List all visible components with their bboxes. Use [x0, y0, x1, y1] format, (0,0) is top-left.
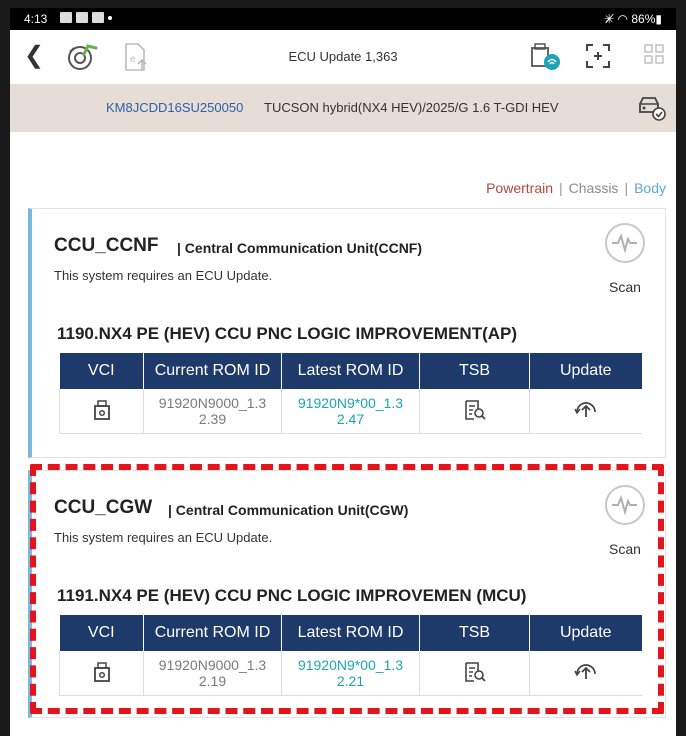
app-bar: ❮ e ECU Update 1,363: [10, 30, 676, 84]
ecu-code: CCU_CCNF: [54, 235, 159, 256]
update-upload-icon[interactable]: [573, 401, 599, 425]
category-body[interactable]: Body: [634, 180, 666, 196]
header-current-rom: Current ROM ID: [143, 353, 282, 389]
category-filter: Powertrain | Chassis | Body: [486, 180, 666, 196]
grid-menu-icon[interactable]: [642, 42, 666, 71]
update-table: VCI Current ROM ID Latest ROM ID TSB Upd…: [59, 353, 642, 434]
header-latest-rom: Latest ROM ID: [281, 353, 420, 389]
status-bar: 4:13 ✳̸ ◠ 86%▮: [10, 8, 676, 30]
header-tsb: TSB: [419, 353, 530, 389]
vehicle-info-bar: KM8JCDD16SU250050 TUCSON hybrid(NX4 HEV)…: [10, 84, 676, 132]
screenshot-icon[interactable]: [584, 42, 612, 75]
tsb-document-search-icon[interactable]: [463, 399, 487, 424]
category-chassis[interactable]: Chassis: [569, 180, 619, 196]
latest-rom-id[interactable]: 91920N9*00_1.3 2.47: [281, 389, 420, 434]
category-separator: |: [624, 180, 629, 196]
scan-icon[interactable]: [603, 221, 647, 265]
highlight-annotation: [30, 464, 664, 714]
vci-device-icon: [92, 399, 112, 424]
header-update: Update: [529, 353, 642, 389]
screen: 4:13 ✳̸ ◠ 86%▮ ❮ e ECU Update 1,363 KM8J…: [10, 8, 676, 736]
update-title: 1190.NX4 PE (HEV) CCU PNC LOGIC IMPROVEM…: [57, 324, 518, 343]
category-powertrain[interactable]: Powertrain: [486, 180, 553, 196]
vehicle-status-icon[interactable]: [636, 94, 666, 125]
more-notifications-icon: [108, 16, 112, 20]
gallery-notification-icon: [60, 12, 72, 23]
page-title: ECU Update 1,363: [288, 49, 398, 64]
table-row: 91920N9000_1.3 2.39 91920N9*00_1.3 2.47: [59, 389, 642, 434]
tsb-cell[interactable]: [419, 389, 530, 434]
ecu-card: CCU_CCNF | Central Communication Unit(CC…: [28, 208, 666, 458]
ecu-description: | Central Communication Unit(CCNF): [177, 240, 423, 256]
notification-icons: [60, 12, 112, 23]
vehicle-model: TUCSON hybrid(NX4 HEV)/2025/G 1.6 T-GDI …: [264, 100, 559, 115]
vehicle-vin: KM8JCDD16SU250050: [106, 100, 244, 115]
ecu-message: This system requires an ECU Update.: [54, 268, 273, 283]
vci-connection-icon[interactable]: [528, 42, 562, 77]
vci-cell: [59, 389, 144, 434]
scan-label[interactable]: Scan: [603, 279, 647, 295]
header-vci: VCI: [59, 353, 144, 389]
news-notification-icon: [76, 12, 88, 23]
app-notification-icon: [92, 12, 104, 23]
status-battery: ✳̸ ◠ 86%▮: [604, 12, 662, 26]
update-cell[interactable]: [529, 389, 642, 434]
status-time: 4:13: [24, 12, 48, 26]
current-rom-id: 91920N9000_1.3 2.39: [143, 389, 282, 434]
category-separator: |: [559, 180, 563, 196]
